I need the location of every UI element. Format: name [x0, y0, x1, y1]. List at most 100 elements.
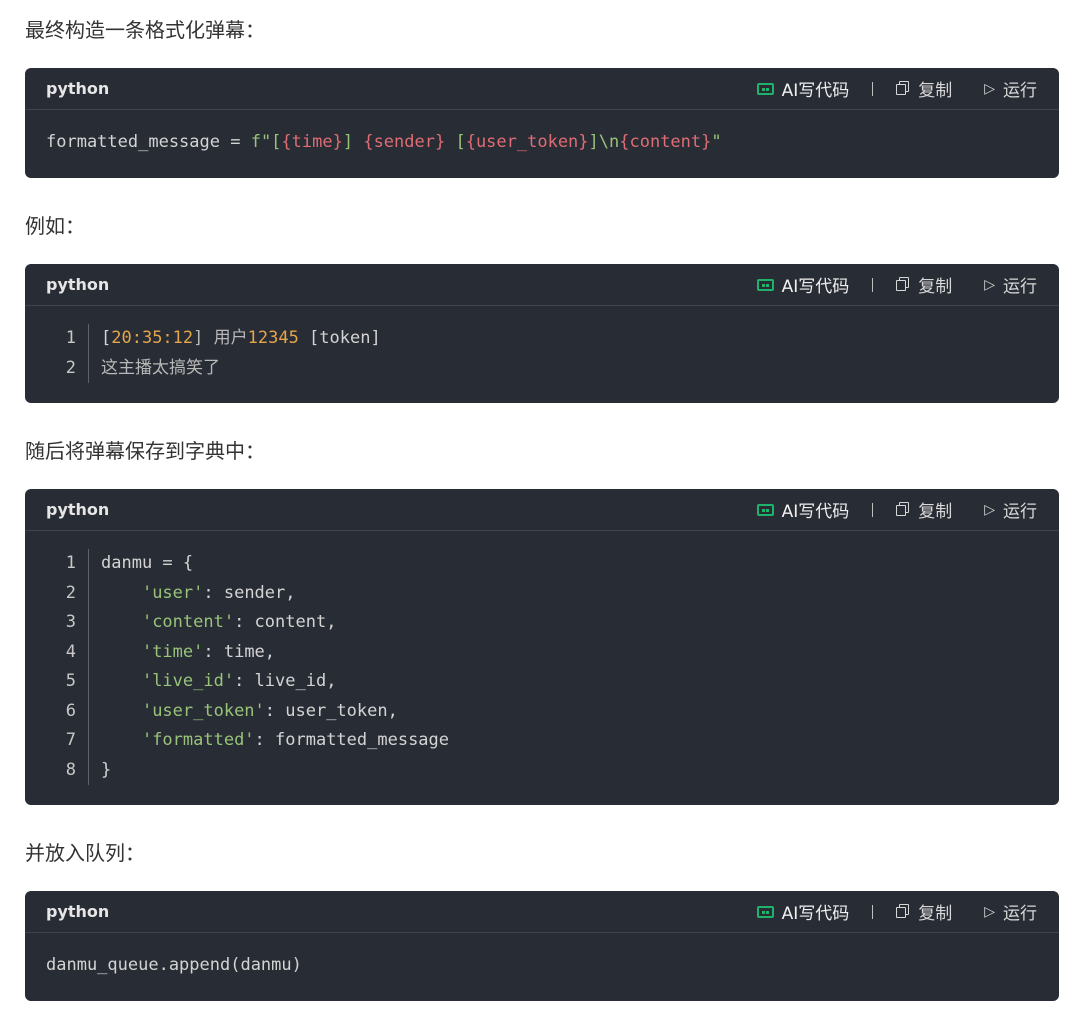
paragraph-save-dict: 随后将弹幕保存到字典中： — [25, 439, 265, 463]
code-token: [ — [101, 328, 112, 348]
divider — [872, 81, 874, 96]
line-number: 1 — [25, 549, 89, 579]
line-content: 'content': content, — [89, 608, 336, 638]
line-number: 8 — [25, 755, 89, 785]
copy-label: 复制 — [918, 904, 953, 924]
robot-icon — [756, 503, 774, 516]
ai-write-code-label: AI写代码 — [781, 502, 850, 522]
code-block-header: python AI写代码 复制 ▷ 运行 — [25, 264, 1059, 306]
language-label: python — [46, 79, 110, 98]
run-label: 运行 — [1003, 81, 1037, 101]
code-content: formatted_message = f"[{time}] {sender} … — [25, 110, 1059, 174]
code-line: 5 'live_id': live_id, — [25, 667, 1059, 697]
line-content: 'user': sender, — [89, 579, 296, 609]
language-label: python — [46, 500, 110, 519]
code-string: 'user' — [141, 582, 204, 603]
line-content: 'formatted': formatted_message — [89, 726, 449, 756]
paragraph-example: 例如： — [25, 214, 85, 238]
run-label: 运行 — [1003, 502, 1037, 522]
code-line: 6 'user_token': user_token, — [25, 696, 1059, 727]
line-number: 2 — [25, 353, 89, 383]
line-content: 'user_token': user_token, — [89, 697, 398, 727]
code-block-header: python AI写代码 复制 ▷ 运行 — [25, 891, 1059, 933]
run-label: 运行 — [1003, 904, 1037, 924]
play-icon: ▷ — [984, 80, 995, 97]
code-content: danmu_queue.append(danmu) — [46, 955, 302, 975]
language-label: python — [46, 902, 110, 921]
language-label: python — [46, 275, 110, 294]
copy-label: 复制 — [918, 277, 953, 297]
code-actions: AI写代码 复制 ▷ 运行 — [756, 891, 1037, 932]
code-token: : user_token, — [264, 700, 398, 721]
code-string: 'formatted' — [141, 730, 255, 750]
code-line: 2 这主播太搞笑了 — [25, 353, 1059, 383]
code-line: 4 'time': time, — [25, 637, 1059, 668]
code-string: 'time' — [141, 641, 204, 662]
code-block-2: python AI写代码 复制 ▷ 运行 1 [20:35:12] 用户1234… — [25, 264, 1059, 403]
code-string: " — [711, 132, 722, 152]
copy-button[interactable]: 复制 — [896, 272, 952, 297]
code-variable: {content} — [619, 132, 712, 152]
code-token: [token] — [298, 328, 381, 348]
line-content: danmu = { — [101, 553, 194, 573]
divider — [872, 502, 874, 517]
line-number: 5 — [25, 667, 89, 697]
code-block-1: python AI写代码 复制 ▷ 运行 formatted_message =… — [25, 68, 1059, 178]
code-token: : live_id, — [234, 671, 337, 691]
code-line: 1 [20:35:12] 用户12345 [token] — [25, 324, 1059, 354]
copy-icon — [896, 81, 910, 96]
code-actions: AI写代码 复制 ▷ 运行 — [756, 489, 1037, 530]
divider — [872, 904, 874, 919]
ai-write-code-button[interactable]: AI写代码 — [756, 899, 849, 924]
code-string: [ — [445, 132, 466, 152]
paragraph-construct: 最终构造一条格式化弹幕： — [25, 18, 265, 42]
code-token: : time, — [203, 641, 276, 662]
ai-write-code-button[interactable]: AI写代码 — [756, 272, 849, 297]
copy-button[interactable]: 复制 — [896, 497, 952, 522]
code-string: ]\n — [588, 132, 620, 152]
copy-label: 复制 — [918, 502, 953, 522]
code-variable: {user_token} — [465, 132, 589, 152]
ai-write-code-label: AI写代码 — [781, 81, 850, 101]
code-block-3: python AI写代码 复制 ▷ 运行 1 danmu = { 2 'user… — [25, 489, 1059, 805]
paragraph-enqueue: 并放入队列： — [25, 841, 145, 865]
code-line: 3 'content': content, — [25, 608, 1059, 638]
copy-label: 复制 — [918, 81, 953, 101]
copy-button[interactable]: 复制 — [896, 76, 952, 101]
code-content: 1 danmu = { 2 'user': sender, 3 'content… — [25, 531, 1059, 801]
code-content: 1 [20:35:12] 用户12345 [token] 2 这主播太搞笑了 — [25, 306, 1059, 399]
run-button[interactable]: ▷ 运行 — [984, 899, 1037, 925]
code-string: ] — [342, 132, 364, 152]
robot-icon — [756, 278, 774, 291]
ai-write-code-button[interactable]: AI写代码 — [756, 497, 850, 522]
ai-write-code-button[interactable]: AI写代码 — [756, 76, 850, 101]
code-number: 12345 — [247, 328, 299, 348]
line-number: 4 — [25, 637, 89, 667]
copy-icon — [896, 277, 910, 292]
code-string: 'live_id' — [141, 671, 235, 691]
line-number: 2 — [25, 578, 89, 608]
run-button[interactable]: ▷ 运行 — [984, 497, 1037, 523]
line-content: 这主播太搞笑了 — [101, 357, 220, 378]
run-button[interactable]: ▷ 运行 — [984, 272, 1037, 298]
line-content: 'live_id': live_id, — [89, 667, 336, 697]
code-string: f"[ — [250, 132, 282, 152]
code-token: formatted_message = — [46, 132, 251, 152]
line-number: 1 — [25, 324, 89, 354]
copy-icon — [896, 904, 910, 919]
run-button[interactable]: ▷ 运行 — [984, 76, 1037, 102]
code-token: ] 用户 — [193, 328, 248, 348]
line-content: } — [101, 759, 112, 780]
code-string: 'content' — [141, 612, 235, 632]
copy-button[interactable]: 复制 — [896, 899, 952, 924]
divider — [872, 277, 874, 292]
code-string: 'user_token' — [141, 700, 265, 721]
line-content: 'time': time, — [89, 638, 275, 668]
play-icon: ▷ — [984, 501, 995, 518]
code-token: : content, — [234, 612, 337, 632]
code-token: : formatted_message — [254, 730, 450, 750]
